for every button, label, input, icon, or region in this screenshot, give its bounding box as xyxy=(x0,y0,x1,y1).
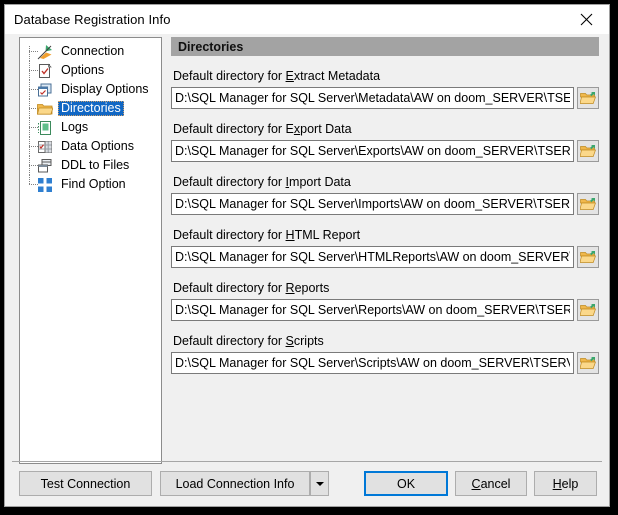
test-connection-button[interactable]: Test Connection xyxy=(19,471,152,496)
sidebar-item-logs[interactable]: Logs xyxy=(20,118,161,137)
sidebar-item-label: Data Options xyxy=(61,139,134,153)
chevron-down-icon[interactable] xyxy=(310,471,329,496)
directory-field-label: Default directory for Import Data xyxy=(171,175,599,189)
sidebar-item-label: Logs xyxy=(61,120,89,134)
label-post: TML Report xyxy=(294,228,361,242)
cancel-label-post: ancel xyxy=(480,476,511,491)
label-accel: E xyxy=(285,69,294,83)
open-folder-icon xyxy=(580,197,596,212)
options-icon xyxy=(37,63,53,79)
ddl-to-files-icon xyxy=(37,158,53,174)
directory-field-group: Default directory for Reports xyxy=(171,281,599,321)
sidebar-item-label: Options xyxy=(61,63,105,77)
find-option-icon xyxy=(37,177,53,193)
label-accel: S xyxy=(285,334,294,348)
folder-icon xyxy=(37,101,53,117)
directory-input[interactable] xyxy=(171,299,574,321)
help-accel: H xyxy=(552,476,562,491)
directory-field-row xyxy=(171,140,599,162)
directory-input[interactable] xyxy=(171,140,574,162)
label-pre: Default directory for xyxy=(173,334,286,348)
help-label-post: elp xyxy=(561,476,579,491)
directory-field-row xyxy=(171,246,599,268)
directory-field-row xyxy=(171,352,599,374)
window-title: Database Registration Info xyxy=(14,12,171,27)
directory-field-row xyxy=(171,87,599,109)
sidebar-item-connection[interactable]: Connection xyxy=(20,42,161,61)
directories-panel: Directories Default directory for Extrac… xyxy=(171,37,599,464)
label-post: xtract Metadata xyxy=(293,69,381,83)
close-icon[interactable] xyxy=(564,5,609,34)
directory-input[interactable] xyxy=(171,246,574,268)
label-post: eports xyxy=(294,281,330,295)
directory-field-label: Default directory for Scripts xyxy=(171,334,599,348)
directory-field-group: Default directory for Scripts xyxy=(171,334,599,374)
sidebar-item-label: Connection xyxy=(61,44,125,58)
open-folder-icon xyxy=(580,250,596,265)
directory-field-label: Default directory for HTML Report xyxy=(171,228,599,242)
display-options-icon xyxy=(37,82,53,98)
directory-field-row xyxy=(171,299,599,321)
button-bar: Test Connection Load Connection Info OK … xyxy=(5,462,609,506)
dialog-window: Database Registration Info Connection Opt… xyxy=(4,4,610,507)
section-header: Directories xyxy=(171,37,599,56)
title-bar: Database Registration Info xyxy=(5,5,609,34)
open-folder-icon xyxy=(580,144,596,159)
directory-field-row xyxy=(171,193,599,215)
open-folder-icon xyxy=(580,303,596,318)
directory-field-group: Default directory for Export Data xyxy=(171,122,599,162)
directory-field-group: Default directory for Extract Metadata xyxy=(171,69,599,109)
connection-icon xyxy=(37,44,53,60)
sidebar-item-data-options[interactable]: Data Options xyxy=(20,137,161,156)
directory-input[interactable] xyxy=(171,87,574,109)
label-pre: Default directory for xyxy=(173,69,286,83)
directory-input[interactable] xyxy=(171,352,574,374)
directory-field-label: Default directory for Extract Metadata xyxy=(171,69,599,83)
sidebar-item-options[interactable]: Options xyxy=(20,61,161,80)
directory-field-label: Default directory for Reports xyxy=(171,281,599,295)
load-connection-info-button[interactable]: Load Connection Info xyxy=(160,471,310,496)
label-accel: H xyxy=(285,228,295,242)
directory-input[interactable] xyxy=(171,193,574,215)
label-pre: Default directory for E xyxy=(173,122,294,136)
label-post: mport Data xyxy=(289,175,351,189)
open-folder-icon xyxy=(580,91,596,106)
browse-folder-button[interactable] xyxy=(577,246,599,268)
sidebar-item-find-option[interactable]: Find Option xyxy=(20,175,161,194)
dialog-body: Connection Options Display Options Director… xyxy=(5,34,609,506)
sidebar-item-display-options[interactable]: Display Options xyxy=(20,80,161,99)
browse-folder-button[interactable] xyxy=(577,352,599,374)
browse-folder-button[interactable] xyxy=(577,193,599,215)
cancel-accel: C xyxy=(471,476,481,491)
sidebar-item-directories[interactable]: Directories xyxy=(20,99,161,118)
label-pre: Default directory for xyxy=(173,281,286,295)
settings-tree[interactable]: Connection Options Display Options Director… xyxy=(19,37,162,464)
logs-icon xyxy=(37,120,53,136)
directory-field-group: Default directory for HTML Report xyxy=(171,228,599,268)
label-post: port Data xyxy=(300,122,352,136)
label-accel: R xyxy=(285,281,295,295)
browse-folder-button[interactable] xyxy=(577,299,599,321)
sidebar-item-label: Directories xyxy=(58,101,124,116)
sidebar-item-label: Find Option xyxy=(61,177,126,191)
cancel-button[interactable]: Cancel xyxy=(455,471,527,496)
help-button[interactable]: Help xyxy=(534,471,597,496)
label-pre: Default directory for xyxy=(173,175,286,189)
directory-field-label: Default directory for Export Data xyxy=(171,122,599,136)
browse-folder-button[interactable] xyxy=(577,140,599,162)
label-pre: Default directory for xyxy=(173,228,286,242)
open-folder-icon xyxy=(580,356,596,371)
directory-field-group: Default directory for Import Data xyxy=(171,175,599,215)
label-post: cripts xyxy=(293,334,324,348)
sidebar-item-label: DDL to Files xyxy=(61,158,130,172)
browse-folder-button[interactable] xyxy=(577,87,599,109)
data-options-icon xyxy=(37,139,53,155)
sidebar-item-label: Display Options xyxy=(61,82,149,96)
ok-button[interactable]: OK xyxy=(364,471,448,496)
section-title: Directories xyxy=(178,39,244,54)
sidebar-item-ddl-to-files[interactable]: DDL to Files xyxy=(20,156,161,175)
